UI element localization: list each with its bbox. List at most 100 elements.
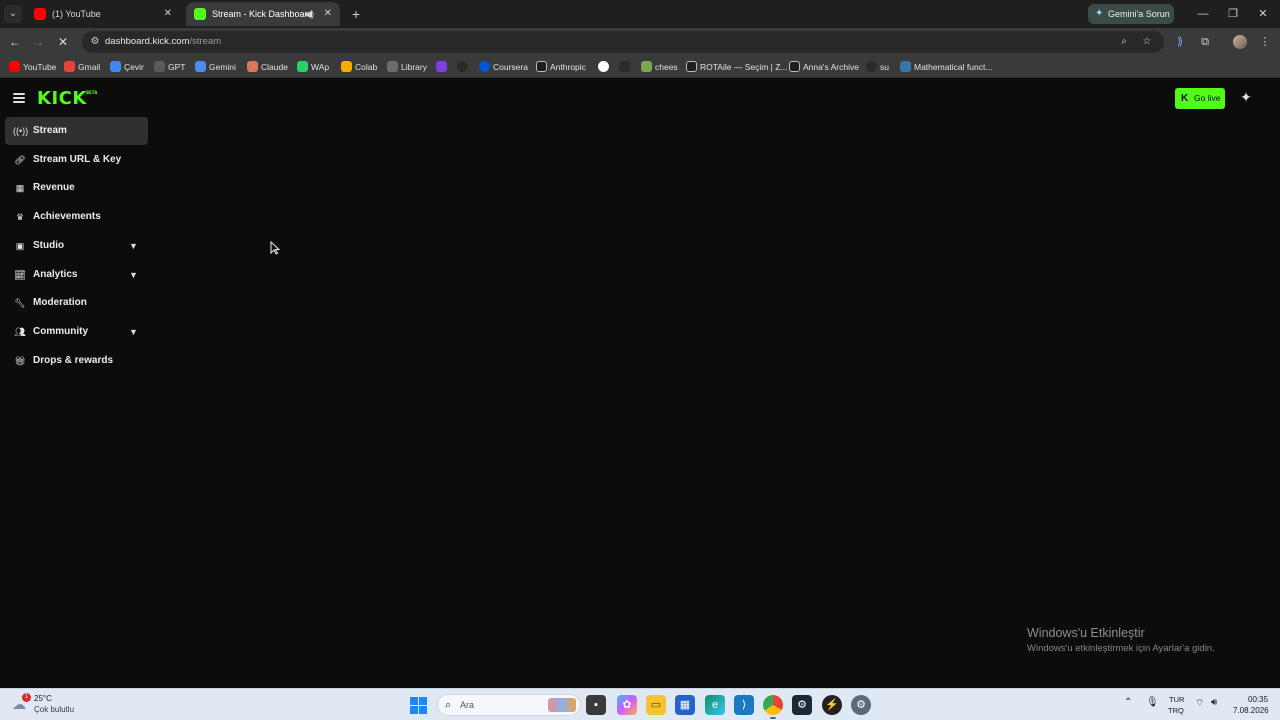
- minimize-window-icon[interactable]: —: [1188, 0, 1218, 28]
- sidebar-item-community[interactable]: 👥︎ Community ▼: [5, 318, 148, 346]
- bookmark-wap[interactable]: WAp: [297, 56, 329, 78]
- anthropic-icon: [536, 61, 547, 72]
- file-explorer-icon[interactable]: ▭: [646, 695, 666, 715]
- address-bar[interactable]: ⚙ dashboard.kick.com/stream ⌕ ☆: [82, 31, 1164, 53]
- bookmark-app[interactable]: [619, 56, 633, 78]
- steam-icon[interactable]: ⚙: [792, 695, 812, 715]
- vscode-icon[interactable]: ⟩: [734, 695, 754, 715]
- community-icon: 👥︎: [14, 327, 26, 337]
- colab-icon: [341, 61, 352, 72]
- hamburger-menu-icon[interactable]: [13, 93, 25, 103]
- tab-title: (1) YouTube: [52, 9, 101, 19]
- edge-browser-icon[interactable]: e: [705, 695, 725, 715]
- settings-gear-icon[interactable]: ⚙: [851, 695, 871, 715]
- bookmark-library[interactable]: Library: [387, 56, 427, 78]
- analytics-icon: 📈︎: [14, 270, 26, 280]
- bookmark-mathematical-functions[interactable]: Mathematical funct...: [900, 56, 992, 78]
- bookmark-youtube[interactable]: YouTube: [9, 56, 56, 78]
- broadcast-icon: ((•)): [13, 126, 29, 136]
- keyboard-layout[interactable]: TRQ: [1168, 706, 1184, 715]
- windows-activation-title: Windows'u Etkinleştir: [1027, 626, 1145, 640]
- close-tab-icon[interactable]: ✕: [164, 2, 172, 26]
- bookmark-gpt[interactable]: GPT: [154, 56, 185, 78]
- show-hidden-icons-chevron[interactable]: ⌃: [1124, 697, 1132, 708]
- extensions-puzzle-icon[interactable]: ⧉: [1196, 33, 1214, 51]
- copilot-icon[interactable]: ✿: [617, 695, 637, 715]
- new-tab-button[interactable]: +: [346, 4, 366, 24]
- tab-title: Stream - Kick Dashboard: [212, 9, 313, 19]
- app-icon: [619, 61, 630, 72]
- taskbar-date[interactable]: 7.08.2026: [1233, 706, 1269, 715]
- bookmark-anthropic[interactable]: Anthropic: [536, 56, 586, 78]
- coursera-icon: [479, 61, 490, 72]
- kick-k-icon: K: [1181, 93, 1189, 104]
- kick-logo[interactable]: KICK BETA: [37, 88, 97, 109]
- wifi-icon[interactable]: ⌔: [1195, 697, 1204, 710]
- microsoft-store-icon[interactable]: ▦: [675, 695, 695, 715]
- library-icon: [387, 61, 398, 72]
- forward-arrow-icon[interactable]: →: [28, 32, 48, 52]
- bookmark-cevir[interactable]: Çevir: [110, 56, 144, 78]
- bookmark-claude[interactable]: Claude: [247, 56, 288, 78]
- restore-window-icon[interactable]: ❐: [1218, 0, 1248, 28]
- bookmark-google[interactable]: [598, 56, 612, 78]
- close-tab-icon[interactable]: ✕: [324, 2, 332, 26]
- tab-kick-dashboard[interactable]: Stream - Kick Dashboard ◀) ✕: [186, 2, 340, 26]
- chevron-down-icon[interactable]: ▼: [129, 232, 138, 260]
- site-info-icon[interactable]: ⚙: [88, 35, 102, 49]
- sidebar-item-stream[interactable]: ((•)) Stream: [5, 117, 148, 145]
- studio-icon: ▣: [15, 241, 25, 251]
- microphone-icon[interactable]: 🎙︎: [1146, 697, 1159, 708]
- tab-search-dropdown-icon[interactable]: ⌄: [4, 5, 22, 23]
- input-language[interactable]: TUR: [1169, 695, 1184, 704]
- sidebar-item-moderation[interactable]: 🔧︎ Moderation: [5, 289, 148, 317]
- bookmark-su[interactable]: su: [866, 56, 889, 78]
- bookmark-rotaile[interactable]: ROTAile — Seçim | Z...: [686, 56, 788, 78]
- chrome-icon[interactable]: [763, 695, 783, 719]
- sidebar-item-achievements[interactable]: ♛ Achievements: [5, 203, 148, 231]
- bookmark-star-icon[interactable]: ☆: [1139, 34, 1155, 50]
- task-view-icon[interactable]: ▪: [586, 695, 606, 715]
- windows-start-icon[interactable]: [410, 697, 427, 714]
- gemini-sparkle-icon: ✦: [1095, 8, 1104, 19]
- tab-youtube[interactable]: (1) YouTube ✕: [26, 2, 180, 26]
- sidebar-item-revenue[interactable]: ▦ Revenue: [5, 174, 148, 202]
- bookmark-chees[interactable]: chees: [641, 56, 678, 78]
- bookmark-annas-archive[interactable]: Anna's Archive: [789, 56, 859, 78]
- profile-avatar[interactable]: [1233, 35, 1247, 49]
- bookmark-purple[interactable]: [436, 56, 450, 78]
- bookmark-github[interactable]: [457, 56, 471, 78]
- bookmark-gemini[interactable]: Gemini: [195, 56, 236, 78]
- gift-icon: 🎁︎: [14, 356, 26, 366]
- sidebar-item-studio[interactable]: ▣ Studio ▼: [5, 232, 148, 260]
- taskbar-search-box[interactable]: ⌕ Ara: [437, 694, 581, 716]
- github-icon: [457, 61, 468, 72]
- user-avatar[interactable]: ✦: [1236, 87, 1256, 107]
- sidebar-item-analytics[interactable]: 📈︎ Analytics ▼: [5, 261, 148, 289]
- chevron-down-icon[interactable]: ▼: [129, 261, 138, 289]
- browser-menu-icon[interactable]: ⋮: [1256, 33, 1274, 51]
- taskbar-time[interactable]: 00:35: [1248, 695, 1268, 704]
- bookmark-gmail[interactable]: Gmail: [64, 56, 100, 78]
- extension-cast-icon[interactable]: ⟫: [1171, 33, 1189, 51]
- gemini-ask-button[interactable]: ✦ Gemini'a Sorun: [1088, 4, 1174, 24]
- python-icon: [900, 61, 911, 72]
- gemini-icon: [195, 61, 206, 72]
- speaker-icon[interactable]: ◀): [304, 2, 314, 26]
- app-with-badge-icon[interactable]: ⚡: [822, 695, 842, 715]
- zoom-icon[interactable]: ⌕: [1116, 34, 1132, 50]
- go-live-button[interactable]: K Go live: [1175, 88, 1225, 109]
- chevron-down-icon[interactable]: ▼: [129, 318, 138, 346]
- sidebar-item-stream-url-key[interactable]: 🔗︎ Stream URL & Key: [5, 146, 148, 174]
- back-arrow-icon[interactable]: ←: [5, 32, 25, 52]
- sidebar-item-drops-rewards[interactable]: 🎁︎ Drops & rewards: [5, 347, 148, 375]
- volume-icon[interactable]: 🔊︎: [1211, 697, 1217, 708]
- url-text[interactable]: dashboard.kick.com/stream: [105, 31, 221, 53]
- bookmark-coursera[interactable]: Coursera: [479, 56, 528, 78]
- stop-loading-icon[interactable]: ✕: [53, 32, 73, 52]
- sidebar-item-label: Stream: [33, 125, 67, 136]
- close-window-icon[interactable]: ✕: [1248, 0, 1278, 28]
- bookmark-colab[interactable]: Colab: [341, 56, 377, 78]
- sidebar-item-label: Drops & rewards: [33, 355, 114, 366]
- weather-description: Çok bulutlu: [34, 705, 75, 714]
